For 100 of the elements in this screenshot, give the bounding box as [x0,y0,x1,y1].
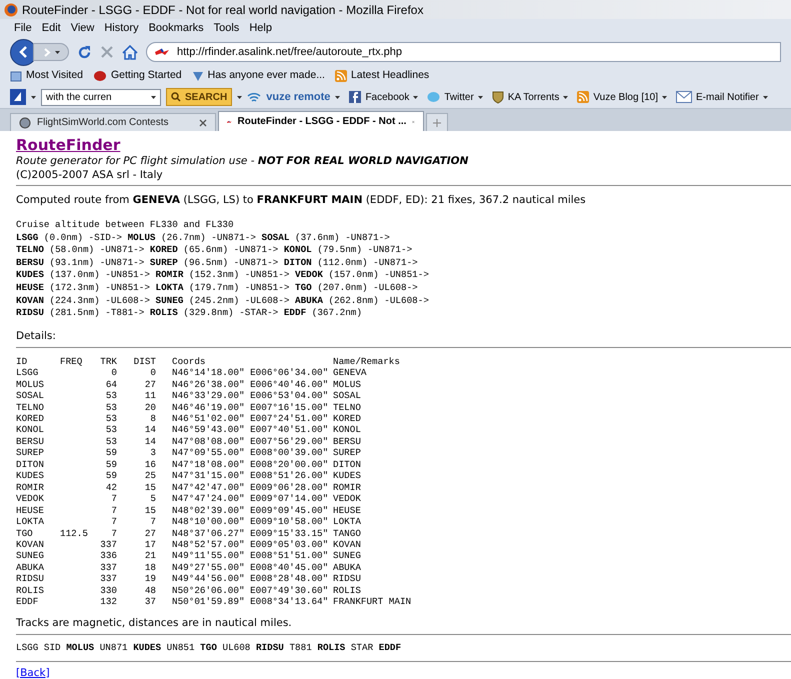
feed-icon [577,91,590,103]
table-cell-text: 7 [110,528,117,539]
table-cell-text: N49°11'55.00" E008°51'51.00" [172,550,330,562]
caret-icon[interactable] [762,96,768,98]
bookmark-link[interactable]: Getting Started [111,68,182,84]
column-header: TRK [99,356,117,368]
table-cell-text: SUREP [16,447,45,459]
table-cell-text: 336 [99,550,117,562]
shield-icon [492,90,504,104]
table-cell-text: VEDOK [16,493,45,505]
table-cell-text: 11 [144,390,156,402]
table-cell-text: 53 [104,413,117,424]
caret-icon[interactable] [151,96,156,98]
bookmark-link[interactable]: Latest Headlines [350,68,430,84]
cruise-altitude: Cruise altitude between FL330 and FL330 [16,219,235,232]
toolbar-link[interactable]: Twitter [444,90,474,104]
tab-label: FlightSimWorld.com Contests [37,116,170,130]
address-url: http://rfinder.asalink.net/free/autoroute_rtx.php [177,44,402,60]
table-cell-text: N46°51'02.00" E007°24'51.00" [172,413,330,424]
table-cell: BERSU [333,436,361,448]
close-icon[interactable] [199,118,207,126]
caret-icon[interactable] [31,96,36,98]
toolbar-link[interactable]: Vuze Blog [10] [593,90,658,104]
table-cell: RIDSU [333,573,361,585]
table-cell-text: 337 [99,539,117,550]
table-cell-text: 17 [144,539,156,550]
browser-tab[interactable]: RouteFinder - LSGG - EDDF - Not ... [218,111,424,131]
home-icon[interactable] [122,44,138,60]
caret-icon[interactable] [54,50,60,54]
table-cell-text: TGO [16,528,34,539]
caret-icon[interactable] [563,96,568,98]
toolbar-link[interactable]: Facebook [365,90,410,104]
table-cell: MOLUS [333,378,361,390]
menu-item[interactable]: History [104,20,139,37]
new-tab-button[interactable] [426,113,448,131]
route-line: HEUSE (172.3nm) -UN851-> LOKTA (179.7nm) -UN851-> TGO (207.0nm) -UL608-> [16,282,419,295]
table-cell-text: N46°46'19.00" E007°16'15.00" [172,402,330,414]
table-cell-text: N47°47'24.00" E009°07'14.00" [172,493,330,505]
bookmark-link[interactable]: Most Visited [26,68,83,84]
bookmark-logo-icon[interactable] [10,89,26,105]
table-cell-text: ABUKA [16,562,45,574]
address-field[interactable]: http://rfinder.asalink.net/free/autoroute_rtx.php [146,42,781,62]
browser-tab[interactable]: FlightSimWorld.com Contests [10,113,216,131]
vuze-remote-link[interactable]: vuze remote [266,88,330,106]
menu-item[interactable]: Tools [214,20,240,37]
table-cell-text: 7 [149,516,156,528]
mail-icon [676,91,692,103]
table-cell-text: 48 [144,584,156,596]
table-cell: ROLIS [333,584,361,596]
search-icon [171,92,181,102]
table-cell: LOKTA [333,516,361,528]
plane-icon [155,48,169,56]
bookmark-link[interactable]: Has anyone ever made... [208,68,325,84]
toolbar-link[interactable]: KA Torrents [508,90,560,104]
table-cell-text: 53 [104,424,117,436]
menu-item[interactable]: File [14,20,32,37]
caret-icon[interactable] [662,96,668,98]
table-cell-text: LSGG [16,367,40,379]
table-cell-text: 337 [99,573,117,585]
table-cell-text: 3 [149,447,156,459]
menu-item[interactable]: Edit [42,20,61,37]
column-header: ID [16,356,28,368]
search-field[interactable]: with the curren [41,88,161,106]
table-cell-text: 0 [149,367,156,379]
menu-item[interactable]: View [70,20,94,37]
menu-item[interactable]: Help [249,20,272,37]
table-cell-text: N47°18'08.00" E008°20'00.00" [172,458,330,470]
toolbar-link[interactable]: E-mail Notifier [696,90,759,104]
search-button[interactable]: SEARCH [166,88,232,106]
table-cell-text: HEUSE [16,504,45,516]
table-cell-text: 112.5 [60,528,89,539]
table-cell-text: 330 [99,584,117,596]
table-cell-text: 19 [144,573,156,585]
page-heading[interactable]: RouteFinder [16,136,120,154]
caret-icon[interactable] [478,96,483,98]
route-line: BERSU (93.1nm) -UN871-> SUREP (96.5nm) -UN871-> DITON (112.0nm) -UN871-> [16,256,419,270]
table-cell-text: 132 [99,596,117,608]
table-cell-text: 53 [104,436,117,448]
table-cell-text: N49°44'56.00" E008°28'48.00" [172,573,330,585]
table-cell-text: N46°14'18.00" E006°06'34.00" [172,367,330,379]
table-cell-text: N50°26'06.00" E007°49'30.60" [172,584,330,596]
table-cell-text: 53 [104,390,117,402]
menu-item[interactable]: Bookmarks [148,20,204,37]
caret-icon[interactable] [335,96,340,98]
caret-icon[interactable] [413,96,418,98]
table-cell-text: N48°52'57.00" E009°05'03.00" [172,539,330,550]
table-cell-text: 15 [144,482,156,494]
column-header: Coords [172,356,206,368]
route-string: LSGG SID MOLUS UN871 KUDES UN851 TGO UL608 RIDSU T881 ROLIS STAR EDDF [16,640,402,655]
caret-icon[interactable] [237,96,242,98]
route-line: RIDSU (281.5nm) -T881-> ROLIS (329.8nm) -STAR-> EDDF (367.2nm) [16,307,363,320]
column-header: DIST [132,356,156,368]
table-cell-text: EDDF [16,596,40,608]
table-cell-text: LOKTA [16,516,45,528]
back-link[interactable]: [Back] [16,666,50,679]
copyright-text: (C)2005-2007 ASA srl - Italy [16,168,164,182]
table-cell-text: 59 [104,470,117,482]
reload-icon[interactable] [77,44,92,60]
table-cell-text: KUDES [16,470,45,482]
table-cell-text: 14 [144,424,156,436]
